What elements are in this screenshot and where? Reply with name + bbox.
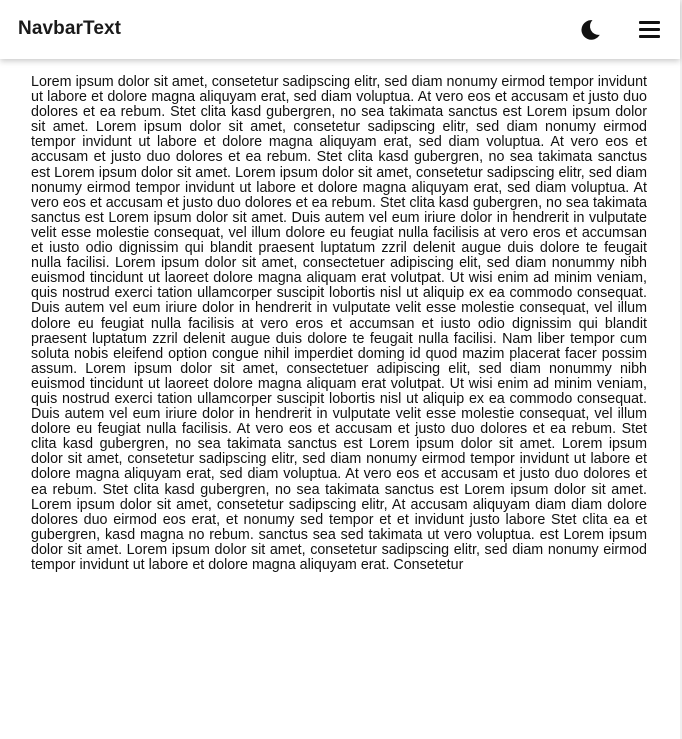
main-content: Lorem ipsum dolor sit amet, consetetur s… [0,59,680,739]
theme-toggle-button[interactable] [576,16,604,44]
navbar: NavbarText [0,0,680,59]
body-paragraph: Lorem ipsum dolor sit amet, consetetur s… [31,74,647,573]
navbar-brand[interactable]: NavbarText [18,17,121,41]
menu-button[interactable] [636,17,664,43]
moon-icon [581,20,600,40]
